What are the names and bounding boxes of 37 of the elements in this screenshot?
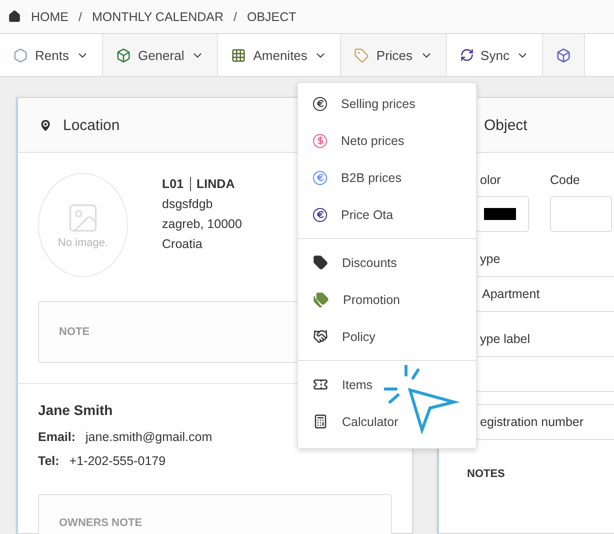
tab[interactable]: Sync <box>446 34 544 76</box>
menu-item[interactable]: Items <box>298 366 476 403</box>
field-label: Code <box>550 173 581 187</box>
owners-note-label: OWNERS NOTE <box>59 517 142 529</box>
breadcrumb-separator: / <box>234 10 237 24</box>
menu-item[interactable]: Policy <box>298 318 476 355</box>
email-label: Email: <box>38 430 76 444</box>
location-code: L01 <box>162 177 184 191</box>
tel-label: Tel: <box>38 454 60 468</box>
email-value: jane.smith@gmail.com <box>86 430 212 444</box>
tab[interactable]: Prices <box>341 34 447 76</box>
menu-item[interactable]: B2B prices <box>298 159 476 196</box>
menu-item[interactable]: Discounts <box>298 244 476 281</box>
address-line: Croatia <box>162 237 204 251</box>
menu-item[interactable]: Selling prices <box>298 85 476 122</box>
tab[interactable]: General <box>102 34 218 76</box>
address-line: zagreb, 10000 <box>162 217 242 231</box>
card-title: Object <box>483 116 528 134</box>
owner-name: Jane Smith <box>38 402 113 418</box>
menu-item[interactable]: Calculator <box>298 403 476 440</box>
breadcrumb-link[interactable]: OBJECT <box>246 10 296 24</box>
breadcrumb-separator: / <box>78 10 82 24</box>
address-line: dsgsfdgb <box>162 197 214 211</box>
menu-item[interactable]: Neto prices <box>298 122 476 159</box>
field-label: ype <box>479 252 502 266</box>
note-label: NOTE <box>59 326 90 338</box>
breadcrumb-link[interactable]: HOME <box>31 10 68 24</box>
menu-item[interactable]: Promotion <box>298 281 476 318</box>
notes-label: NOTES <box>467 468 506 480</box>
card-title: Location <box>63 116 120 134</box>
field-label: ype label <box>479 332 532 346</box>
breadcrumb-link[interactable]: MONTHLY CALENDAR <box>92 10 224 24</box>
location-name: LINDA <box>196 177 235 191</box>
field-label: olor <box>479 173 502 187</box>
tel-value: +1-202-555-0179 <box>69 454 166 468</box>
no-image-text: No image. <box>58 237 108 249</box>
menu-item[interactable]: Price Ota <box>298 196 476 233</box>
